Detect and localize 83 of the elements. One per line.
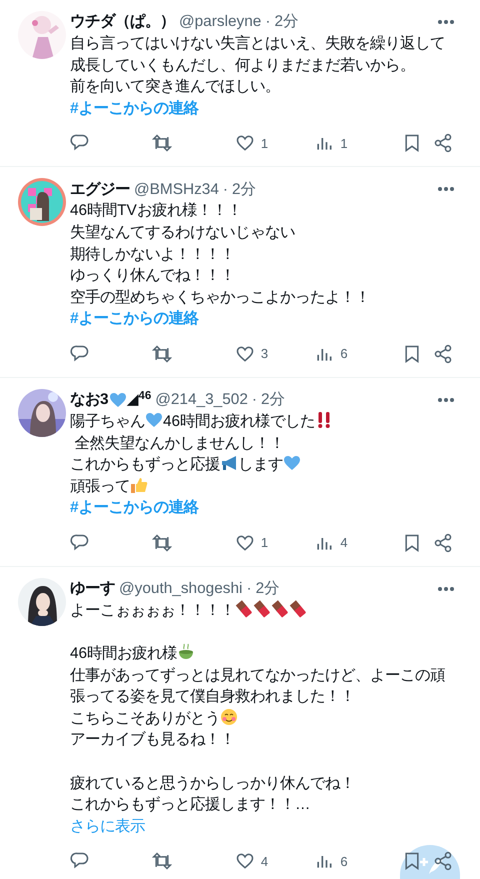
separator-dot: ·: [252, 390, 258, 410]
views-button[interactable]: 6: [314, 851, 402, 872]
heart-icon: [234, 851, 255, 872]
post-text: これからもずっと応援: [70, 456, 220, 474]
post-text: これからもずっと応援します！！…: [70, 795, 310, 816]
post-text: 失望なんてするわけないじゃない: [70, 222, 295, 243]
thumbs-up-icon: [130, 476, 148, 494]
separator-dot: ·: [246, 579, 252, 600]
heart-icon: [234, 133, 255, 154]
post-text: 仕事があってずっとは見れてなかったけど、よーこの頑張ってる姿を見て僕自身救われました！！: [70, 666, 446, 708]
share-button[interactable]: [432, 344, 454, 364]
post-text: こちらこそありがとう: [70, 710, 220, 727]
chocolate-icon: [235, 600, 253, 618]
user-name: なお3: [70, 390, 109, 410]
user-name: ゆーす: [70, 579, 115, 600]
more-button[interactable]: [438, 586, 454, 591]
post-text: ゆっくり休んでね！！！: [70, 266, 235, 286]
post-text: アーカイブも見るね！！: [70, 730, 235, 750]
post-text: 自ら言ってはいけない失言とはいえ、失敗を繰り返して成長していくもんだし、何よりまだまだ若いから。: [70, 34, 446, 76]
retweet-icon: [152, 344, 172, 364]
separator-dot: ·: [222, 180, 228, 200]
separator-dot: ·: [265, 12, 270, 32]
compose-button[interactable]: [400, 845, 460, 879]
like-button[interactable]: 1: [234, 133, 314, 154]
like-button[interactable]: 1: [234, 532, 314, 553]
heart-icon: [234, 344, 255, 364]
like-button[interactable]: 4: [234, 851, 314, 872]
heart-icon: [145, 410, 163, 429]
post-text: 空手の型めちゃくちゃかっこよかったよ！！: [70, 288, 370, 308]
tea-icon: [177, 643, 196, 662]
user-name: ウチダ（ぱ。）: [70, 12, 175, 32]
megaphone-icon: [220, 454, 238, 472]
chocolate-icon: [289, 600, 307, 618]
more-button[interactable]: [438, 187, 454, 192]
post-time: 2分: [274, 12, 298, 32]
post-text: 陽子ちゃん: [70, 412, 145, 430]
post-text: 46時間お疲れ様でした: [163, 412, 316, 430]
post-text: 頑張って: [70, 478, 130, 495]
user-handle: @youth_shogeshi: [119, 579, 242, 600]
share-icon: [432, 851, 453, 872]
post-time: 2分: [232, 180, 256, 200]
more-button[interactable]: [438, 20, 454, 24]
more-icon: [438, 187, 454, 192]
share-icon: [432, 532, 453, 553]
retweet-icon: [152, 133, 172, 154]
share-icon: [432, 133, 453, 154]
post-text: 46時間TVお疲れ様！！！: [70, 201, 242, 222]
share-button[interactable]: [432, 532, 454, 553]
post-text: よーこぉぉぉぉ！！！！: [70, 602, 235, 619]
share-button[interactable]: [432, 133, 454, 154]
smiling-face-icon: [220, 708, 238, 726]
heart-icon: [283, 454, 301, 472]
user-handle: @parsleyne: [179, 12, 262, 32]
post-text: 46時間お疲れ様: [70, 645, 178, 662]
share-button[interactable]: [432, 851, 454, 872]
user-name: エグジー: [70, 180, 130, 200]
like-button[interactable]: 3: [234, 344, 314, 364]
post-time: 2分: [261, 390, 285, 410]
post-text: 全然失望なんかしませんし！！: [73, 434, 284, 454]
post-text: 疲れていると思うからしっかり休んでね！: [70, 774, 355, 794]
heart-icon: [234, 532, 255, 553]
reply-icon: [70, 532, 90, 553]
retweet-icon: [152, 851, 172, 872]
post-time: 2分: [256, 579, 280, 600]
views-button[interactable]: 6: [314, 344, 402, 364]
reply-icon: [70, 344, 90, 364]
user-name: ◢$^{46}$: [126, 388, 152, 410]
user-handle: @214_3_502: [155, 390, 248, 410]
chocolate-icon: [271, 600, 289, 618]
post-text: 期待しかないよ！！！！: [70, 244, 235, 265]
more-icon: [438, 398, 454, 402]
more-icon: [438, 20, 454, 24]
more-button[interactable]: [438, 398, 454, 402]
heart-icon: [108, 390, 127, 409]
views-button[interactable]: 4: [314, 532, 402, 553]
post-text: します: [238, 456, 283, 474]
chocolate-icon: [253, 600, 271, 618]
views-button[interactable]: 1: [314, 133, 402, 154]
post-text: 前を向いて突き進んでほしい。: [70, 77, 280, 98]
retweet-icon: [152, 532, 172, 553]
share-icon: [432, 344, 453, 364]
more-icon: [438, 586, 454, 591]
user-handle: @BMSHz34: [134, 180, 219, 200]
